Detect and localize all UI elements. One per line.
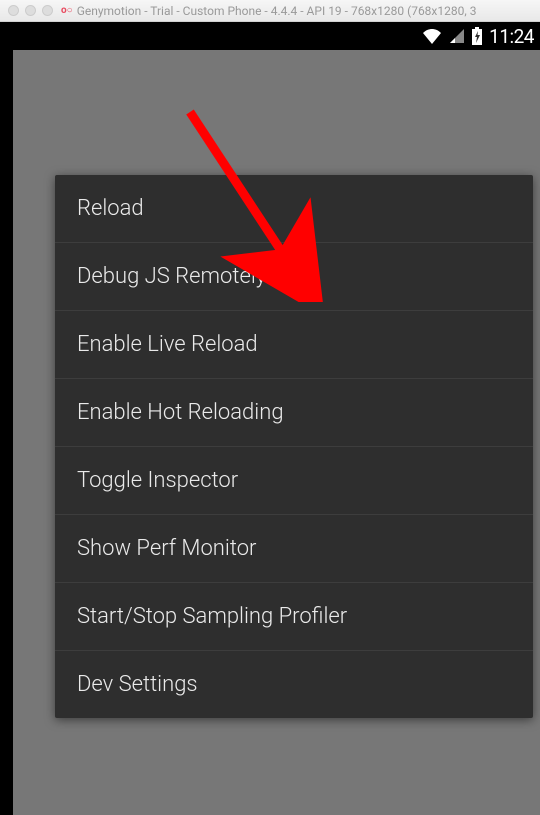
menu-item-label: Start/Stop Sampling Profiler <box>77 604 347 629</box>
window-title: Genymotion - Trial - Custom Phone - 4.4.… <box>77 4 477 18</box>
menu-item-debug-js-remotely[interactable]: Debug JS Remotely <box>55 243 533 311</box>
menu-item-label: Enable Live Reload <box>77 332 258 357</box>
wifi-icon <box>421 27 443 45</box>
battery-charging-icon <box>471 27 483 45</box>
app-viewport: Reload Debug JS Remotely Enable Live Rel… <box>13 50 540 815</box>
cell-signal-icon <box>449 28 465 44</box>
menu-item-label: Toggle Inspector <box>77 468 238 493</box>
close-window-button[interactable] <box>8 5 19 16</box>
traffic-lights <box>8 5 53 16</box>
genymotion-icon: o○ <box>61 5 73 16</box>
dev-menu-dialog: Reload Debug JS Remotely Enable Live Rel… <box>55 175 533 718</box>
device-frame: 11:24 Reload Debug JS Remotely Enable Li… <box>0 22 540 815</box>
android-status-bar: 11:24 <box>0 22 540 50</box>
menu-item-toggle-inspector[interactable]: Toggle Inspector <box>55 447 533 515</box>
menu-item-show-perf-monitor[interactable]: Show Perf Monitor <box>55 515 533 583</box>
menu-item-reload[interactable]: Reload <box>55 175 533 243</box>
menu-item-label: Debug JS Remotely <box>77 264 266 289</box>
status-bar-time: 11:24 <box>489 25 534 48</box>
mac-titlebar: o○ Genymotion - Trial - Custom Phone - 4… <box>0 0 540 22</box>
menu-item-dev-settings[interactable]: Dev Settings <box>55 651 533 718</box>
menu-item-label: Enable Hot Reloading <box>77 400 284 425</box>
minimize-window-button[interactable] <box>25 5 36 16</box>
menu-item-sampling-profiler[interactable]: Start/Stop Sampling Profiler <box>55 583 533 651</box>
menu-item-label: Dev Settings <box>77 672 198 697</box>
zoom-window-button[interactable] <box>42 5 53 16</box>
menu-item-enable-live-reload[interactable]: Enable Live Reload <box>55 311 533 379</box>
menu-item-label: Reload <box>77 196 144 221</box>
menu-item-label: Show Perf Monitor <box>77 536 256 561</box>
menu-item-enable-hot-reloading[interactable]: Enable Hot Reloading <box>55 379 533 447</box>
